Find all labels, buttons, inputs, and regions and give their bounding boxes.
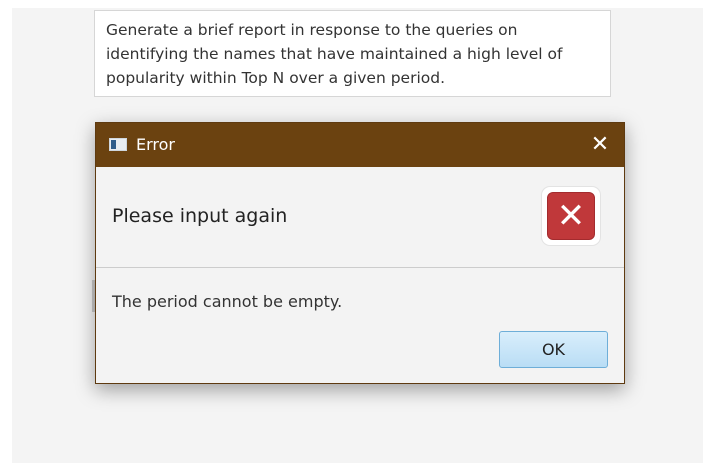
error-icon-frame: ✕ — [542, 187, 600, 245]
task-description: Generate a brief report in response to t… — [94, 10, 611, 97]
dialog-title-bar[interactable]: Error ✕ — [96, 123, 624, 167]
dialog-header-text: Please input again — [112, 205, 288, 227]
error-dialog: Error ✕ Please input again ✕ The period … — [95, 122, 625, 384]
dialog-header: Please input again ✕ — [96, 167, 624, 268]
dialog-title: Error — [136, 135, 175, 154]
task-description-text: Generate a brief report in response to t… — [106, 21, 563, 87]
ok-button[interactable]: OK — [499, 331, 608, 368]
window-icon — [109, 138, 127, 151]
dialog-message: The period cannot be empty. — [112, 292, 343, 311]
close-icon[interactable]: ✕ — [586, 131, 614, 159]
error-icon: ✕ — [547, 192, 595, 240]
